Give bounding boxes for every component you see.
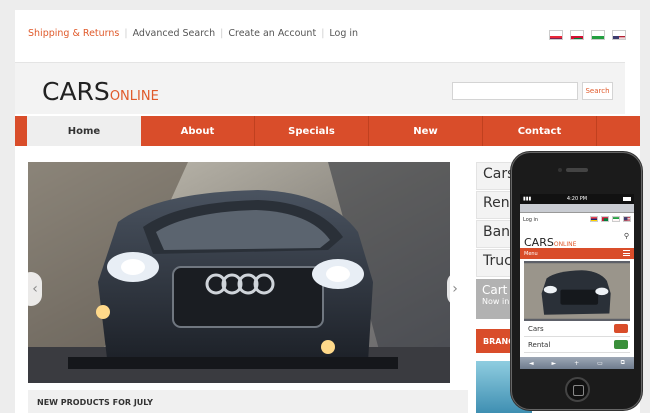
phone-logo[interactable]: CARSONLINE ⚲: [520, 226, 634, 249]
top-links: Shipping & Returns | Advanced Search | Creat…: [28, 28, 358, 39]
bookmarks-icon[interactable]: ▭: [597, 360, 603, 367]
forward-icon[interactable]: ►: [552, 360, 557, 367]
section-title: NEW PRODUCTS FOR JULY: [28, 390, 468, 413]
phone-flags: [590, 216, 631, 222]
shipping-returns-link[interactable]: Shipping & Returns: [28, 28, 119, 39]
phone-logo-sub: ONLINE: [553, 241, 577, 248]
phone-hero-image: [524, 261, 630, 321]
logo-sub-text: ONLINE: [109, 89, 159, 104]
site-header: CARSONLINE Search: [15, 62, 625, 114]
separator: |: [220, 28, 224, 39]
search-input[interactable]: [452, 82, 578, 100]
logo-main-text: CARS: [42, 77, 110, 106]
phone-home-button[interactable]: [565, 377, 590, 402]
slider-prev-button[interactable]: ‹: [28, 272, 42, 306]
maldives-flag-icon[interactable]: [570, 30, 584, 40]
nav-specials[interactable]: Specials: [255, 116, 369, 146]
phone-status-bar: ▮▮▮ 4:20 PM: [520, 194, 634, 204]
car-thumb-icon: [614, 340, 628, 349]
iran-flag-icon[interactable]: [612, 216, 620, 222]
login-link[interactable]: Log in: [329, 28, 358, 39]
create-account-link[interactable]: Create an Account: [228, 28, 316, 39]
hamburger-icon[interactable]: [623, 250, 630, 256]
phone-address-bar[interactable]: [520, 204, 634, 213]
car-photo: [28, 162, 450, 383]
phone-screen: ▮▮▮ 4:20 PM Log in CARSONLINE ⚲ Menu Car…: [520, 194, 634, 369]
car-thumb-icon: [614, 324, 628, 333]
phone-menu-bar[interactable]: Menu: [520, 248, 634, 259]
search-button[interactable]: Search: [582, 82, 613, 100]
usa-flag-icon[interactable]: [623, 216, 631, 222]
phone-camera: [558, 168, 562, 172]
phone-login-link[interactable]: Log in: [523, 217, 538, 223]
language-flags: [549, 30, 626, 40]
signal-icon: ▮▮▮: [523, 196, 532, 202]
phone-time: 4:20 PM: [566, 196, 588, 202]
separator: |: [321, 28, 325, 39]
separator: |: [124, 28, 128, 39]
phone-list-label: Cars: [528, 325, 544, 333]
phone-list-label: Rental: [528, 341, 551, 349]
hero-slider-image: ‹: [28, 162, 450, 383]
back-icon[interactable]: ◄: [529, 360, 534, 367]
phone-list-item-cars[interactable]: Cars: [524, 321, 630, 337]
search-icon[interactable]: ⚲: [624, 232, 629, 240]
tabs-icon[interactable]: ⧉: [621, 359, 625, 367]
nav-new[interactable]: New: [369, 116, 483, 146]
mauritius-flag-icon[interactable]: [590, 216, 598, 222]
maldives-flag-icon[interactable]: [601, 216, 609, 222]
phone-menu-label: Menu: [524, 251, 538, 257]
phone-topbar: Log in: [520, 213, 634, 226]
main-nav: Home About Specials New Contact: [15, 116, 640, 146]
phone-speaker: [566, 168, 588, 172]
nav-contact[interactable]: Contact: [483, 116, 597, 146]
add-icon[interactable]: +: [574, 360, 579, 367]
slider-next-button[interactable]: ›: [447, 272, 469, 306]
mauritius-flag-icon[interactable]: [549, 30, 563, 40]
battery-icon: [623, 197, 631, 201]
nav-home[interactable]: Home: [27, 116, 141, 146]
iran-flag-icon[interactable]: [591, 30, 605, 40]
phone-mockup: ▮▮▮ 4:20 PM Log in CARSONLINE ⚲ Menu Car…: [511, 152, 642, 410]
phone-list-item-rental[interactable]: Rental: [524, 337, 630, 353]
site-logo[interactable]: CARSONLINE: [42, 77, 159, 106]
usa-flag-icon[interactable]: [612, 30, 626, 40]
nav-about[interactable]: About: [141, 116, 255, 146]
phone-browser-toolbar: ◄ ► + ▭ ⧉: [520, 357, 634, 369]
advanced-search-link[interactable]: Advanced Search: [133, 28, 216, 39]
